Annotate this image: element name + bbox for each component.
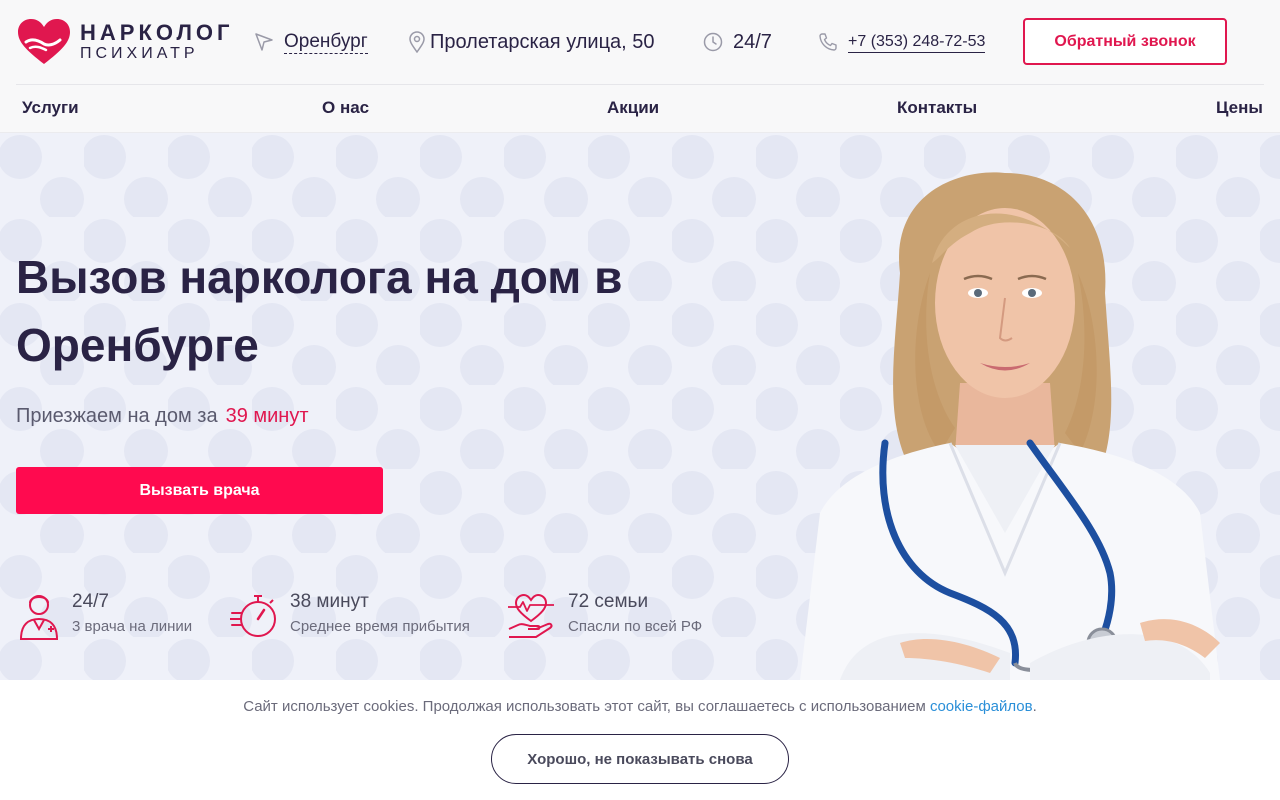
location-arrow-icon — [255, 33, 273, 51]
stat-value: 24/7 — [72, 591, 109, 612]
hero-section: Вызов нарколога на дом в Оренбурге Приез… — [0, 133, 1280, 680]
arrival-time: 39 минут — [225, 405, 309, 427]
cookie-notice-text: Сайт использует cookies. Продолжая испол… — [243, 698, 926, 715]
topbar: НАРКОЛОГ ПСИХИАТР Оренбург Пролетарская … — [0, 0, 1280, 84]
call-doctor-button[interactable]: Вызвать врача — [16, 467, 383, 514]
doctor-icon — [19, 595, 59, 640]
stat-item: 24/7 3 врача на линии — [18, 591, 192, 641]
nav-item-prices[interactable]: Цены — [1216, 98, 1263, 118]
logo-subtitle: ПСИХИАТР — [80, 45, 199, 62]
stat-description: Среднее время прибытия — [290, 618, 470, 635]
hero-subtitle: Приезжаем на дом за 39 минут — [16, 405, 309, 428]
accept-cookies-button[interactable]: Хорошо, не показывать снова — [491, 734, 789, 784]
nav-item-about[interactable]: О нас — [322, 98, 369, 118]
address: Пролетарская улица, 50 — [408, 28, 655, 56]
cookie-notice-period: . — [1032, 698, 1037, 715]
map-pin-icon — [409, 31, 425, 53]
hero-title: Вызов нарколога на дом в Оренбурге — [16, 251, 623, 371]
cookie-policy-link[interactable]: cookie-файлов — [930, 698, 1033, 715]
city-selector[interactable]: Оренбург — [254, 28, 368, 56]
phone-link[interactable]: +7 (353) 248-72-53 — [818, 28, 986, 56]
stat-value: 38 минут — [290, 591, 369, 612]
address-text: Пролетарская улица, 50 — [430, 30, 655, 53]
stopwatch-icon — [230, 595, 276, 637]
stat-value: 72 семьи — [568, 591, 649, 612]
nav-item-services[interactable]: Услуги — [22, 98, 79, 118]
nav-item-contacts[interactable]: Контакты — [897, 98, 977, 118]
site-header: НАРКОЛОГ ПСИХИАТР Оренбург Пролетарская … — [0, 0, 1280, 133]
hero-subtitle-prefix: Приезжаем на дом за — [16, 405, 218, 427]
logo-title: НАРКОЛОГ — [80, 20, 234, 45]
phone-number: +7 (353) 248-72-53 — [848, 32, 986, 53]
stat-description: Спасли по всей РФ — [568, 618, 703, 635]
cookie-banner: Сайт использует cookies. Продолжая испол… — [0, 680, 1280, 800]
stat-item: 72 семьи Спасли по всей РФ — [506, 591, 702, 641]
nav-item-promotions[interactable]: Акции — [607, 98, 659, 118]
logo[interactable]: НАРКОЛОГ ПСИХИАТР — [16, 18, 233, 66]
heart-hands-logo-icon — [18, 19, 70, 64]
phone-icon — [819, 33, 837, 51]
header-divider — [16, 84, 1264, 85]
main-nav: Услуги О нас Акции Контакты Цены — [0, 90, 1280, 128]
city-name: Оренбург — [284, 30, 368, 54]
callback-button[interactable]: Обратный звонок — [1023, 18, 1227, 65]
heart-hand-icon — [508, 593, 554, 638]
stat-item: 38 минут Среднее время прибытия — [230, 591, 470, 641]
cookie-notice: Сайт использует cookies. Продолжая испол… — [0, 698, 1280, 715]
doctor-photo — [800, 172, 1220, 680]
clock-icon — [703, 32, 723, 52]
working-hours: 24/7 — [703, 28, 772, 56]
stat-description: 3 врача на линии — [72, 618, 193, 635]
hours-text: 24/7 — [733, 30, 772, 53]
